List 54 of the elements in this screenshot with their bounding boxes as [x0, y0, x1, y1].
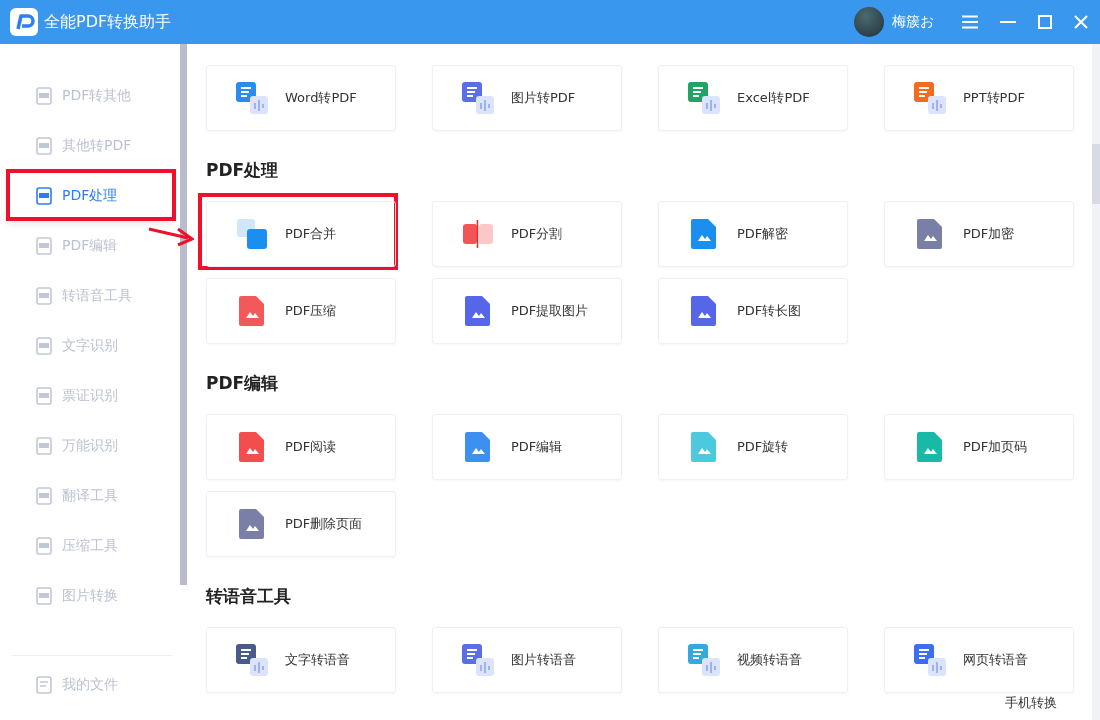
tool-icon	[687, 81, 721, 115]
window-title: 全能PDF转换助手	[44, 11, 172, 33]
document-icon	[36, 87, 52, 105]
tool-card[interactable]: PDF编辑	[432, 414, 622, 480]
tool-card[interactable]: 文字转语音	[206, 627, 396, 693]
tool-card[interactable]: 图片转PDF	[432, 65, 622, 131]
document-icon	[36, 237, 52, 255]
tool-card[interactable]: 网页转语音	[884, 627, 1074, 693]
tool-card[interactable]: 图片转语音	[432, 627, 622, 693]
document-icon	[36, 137, 52, 155]
tool-icon	[913, 81, 947, 115]
tool-card[interactable]: PDF加密	[884, 201, 1074, 267]
tool-icon	[913, 643, 947, 677]
tool-card[interactable]: PDF解密	[658, 201, 848, 267]
tool-card[interactable]: PDF提取图片	[432, 278, 622, 344]
tool-icon	[687, 643, 721, 677]
tool-card[interactable]: PDF删除页面	[206, 491, 396, 557]
tool-card[interactable]: PDF压缩	[206, 278, 396, 344]
document-icon	[36, 587, 52, 605]
tool-card[interactable]: PDF分割	[432, 201, 622, 267]
tool-icon	[461, 217, 495, 251]
tool-icon	[235, 217, 269, 251]
tool-card[interactable]: PDF旋转	[658, 414, 848, 480]
tool-icon	[235, 643, 269, 677]
scrollbar-thumb[interactable]	[1092, 144, 1100, 204]
tool-icon	[235, 81, 269, 115]
tool-card[interactable]: PDF加页码	[884, 414, 1074, 480]
tool-card[interactable]: PDF转长图	[658, 278, 848, 344]
section-heading: PDF处理	[206, 159, 280, 182]
close-icon[interactable]	[1074, 15, 1088, 29]
document-icon	[36, 337, 52, 355]
tool-icon	[461, 643, 495, 677]
section-heading: 转语音工具	[206, 585, 292, 608]
scrollbar-thumb[interactable]	[179, 44, 187, 585]
tool-icon	[461, 81, 495, 115]
document-icon	[36, 437, 52, 455]
menu-icon[interactable]	[962, 15, 978, 29]
document-icon	[36, 487, 52, 505]
phone-convert-link[interactable]: 手机转换	[1005, 694, 1057, 712]
document-icon	[36, 287, 52, 305]
tool-card[interactable]: Word转PDF	[206, 65, 396, 131]
maximize-icon[interactable]	[1038, 15, 1052, 29]
document-icon	[36, 387, 52, 405]
app-logo-icon	[10, 8, 38, 36]
document-icon	[36, 187, 52, 205]
tool-card[interactable]: PPT转PDF	[884, 65, 1074, 131]
tool-card[interactable]: 视频转语音	[658, 627, 848, 693]
tool-card[interactable]: PDF阅读	[206, 414, 396, 480]
tool-card[interactable]: Excel转PDF	[658, 65, 848, 131]
avatar[interactable]	[854, 7, 884, 37]
file-icon	[36, 676, 52, 694]
document-icon	[36, 537, 52, 555]
section-heading: PDF编辑	[206, 372, 280, 395]
tool-card[interactable]: PDF合并	[206, 201, 396, 267]
